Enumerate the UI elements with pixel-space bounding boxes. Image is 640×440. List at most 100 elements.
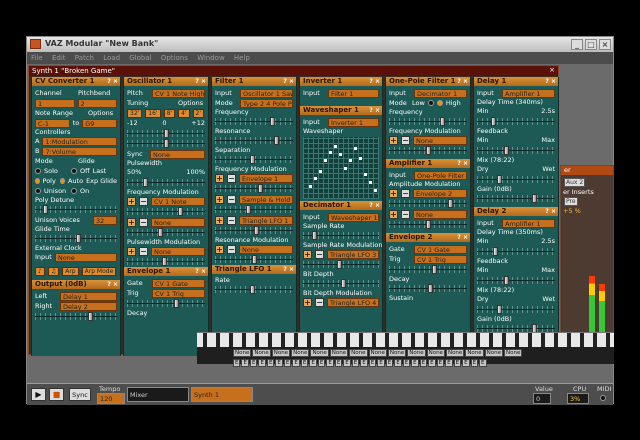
env2-gate-field[interactable]: CV 1 Gate bbox=[414, 244, 467, 254]
add-mod-icon[interactable]: + bbox=[127, 217, 136, 227]
mixer-e-button[interactable]: E bbox=[249, 359, 258, 367]
delay1-gain-slider[interactable] bbox=[477, 194, 555, 203]
maximize-button[interactable]: □ bbox=[585, 39, 597, 50]
pulsewidth-slider[interactable] bbox=[127, 178, 205, 187]
close-button[interactable]: × bbox=[599, 39, 611, 50]
onepole-low-radio[interactable] bbox=[427, 100, 434, 106]
osc-pwm1-field[interactable]: None bbox=[151, 246, 205, 256]
menu-edit[interactable]: Edit bbox=[48, 52, 69, 62]
onepole-input-field[interactable]: Decimator 1 bbox=[414, 88, 467, 98]
stop-icon[interactable]: ■ bbox=[49, 388, 64, 401]
mixer-none-button[interactable]: None bbox=[445, 349, 465, 357]
glide-time-slider[interactable] bbox=[35, 234, 117, 243]
filter-fm1-slider[interactable] bbox=[215, 184, 293, 193]
delay1-time-slider[interactable] bbox=[477, 117, 555, 126]
env2-trig-field[interactable]: CV 1 Trig bbox=[414, 254, 467, 264]
add-mod-icon[interactable]: + bbox=[303, 249, 312, 259]
mixer-e-button[interactable]: E bbox=[419, 359, 428, 367]
mode-poly-radio[interactable] bbox=[35, 178, 40, 184]
env1-trig-field[interactable]: CV 1 Trig bbox=[152, 288, 205, 298]
play-icon[interactable]: ▶ bbox=[31, 388, 46, 401]
remove-mod-icon[interactable]: − bbox=[227, 173, 236, 183]
sample-rate-slider[interactable] bbox=[303, 231, 379, 240]
tuning-8-button[interactable]: 8' bbox=[163, 108, 176, 118]
module-close-icon[interactable]: ? × bbox=[283, 265, 294, 274]
mixer-e-button[interactable]: E bbox=[462, 359, 470, 367]
add-mod-icon[interactable]: + bbox=[389, 135, 398, 145]
glide-auto-radio[interactable] bbox=[60, 178, 65, 184]
mixer-e-button[interactable]: E bbox=[334, 359, 343, 367]
channel-field[interactable]: 1 bbox=[35, 98, 75, 108]
filter-rm-slider[interactable] bbox=[215, 255, 293, 264]
menu-window[interactable]: Window bbox=[193, 52, 228, 62]
menu-file[interactable]: File bbox=[27, 52, 46, 62]
module-close-icon[interactable]: ? × bbox=[195, 77, 206, 86]
mixer-none-button[interactable]: None bbox=[407, 349, 426, 357]
inverter-input-field[interactable]: Filter 1 bbox=[328, 88, 379, 98]
add-mod-icon[interactable]: + bbox=[389, 209, 398, 219]
filter-input-field[interactable]: Oscillator 1 Saw bbox=[240, 88, 293, 98]
tuning-2-button[interactable]: 2' bbox=[192, 108, 204, 118]
decimator-input-field[interactable]: Waveshaper 1 bbox=[328, 212, 379, 222]
module-close-icon[interactable]: ? × bbox=[545, 207, 556, 216]
filter-frequency-slider[interactable] bbox=[215, 117, 293, 126]
tuning-16-button[interactable]: 16' bbox=[145, 108, 161, 118]
osc-pwm-slider[interactable] bbox=[127, 257, 205, 266]
mixer-e-button[interactable]: E bbox=[394, 359, 402, 367]
arp-button[interactable]: Arp bbox=[62, 266, 79, 276]
delay2-feedback-slider[interactable] bbox=[477, 276, 555, 285]
delay2-input-field[interactable]: Amplifier 1 bbox=[502, 218, 555, 228]
mixer-e-button[interactable]: E bbox=[377, 359, 385, 367]
filter-fm3-field[interactable]: Triangle LFO 1 bbox=[239, 215, 293, 225]
mixer-e-button[interactable]: E bbox=[436, 359, 445, 367]
filter-rm1-field[interactable]: None bbox=[239, 244, 293, 254]
mixer-e-button[interactable]: E bbox=[309, 359, 317, 367]
amplifier-am1-field[interactable]: Envelope 2 bbox=[413, 188, 467, 198]
mixer-e-button[interactable]: E bbox=[360, 359, 368, 367]
mixer-e-button[interactable]: E bbox=[292, 359, 300, 367]
synth-close-icon[interactable]: × bbox=[549, 66, 555, 74]
filter-mode-field[interactable]: Type 2 4 Pole PM bbox=[240, 98, 293, 108]
filter-resonance-slider[interactable] bbox=[215, 136, 293, 145]
mixer-none-button[interactable]: None bbox=[329, 349, 349, 357]
output-left-field[interactable]: Delay 1 bbox=[60, 291, 117, 301]
tuning-slider[interactable] bbox=[127, 129, 205, 138]
glide-on-radio[interactable] bbox=[71, 188, 77, 194]
menu-patch[interactable]: Patch bbox=[71, 52, 97, 62]
add-mod-icon[interactable]: + bbox=[215, 194, 224, 204]
mixer-none-button[interactable]: None bbox=[465, 349, 484, 357]
notes-icon-button[interactable]: ♫ bbox=[47, 266, 60, 276]
mixer-none-button[interactable]: None bbox=[252, 349, 271, 357]
mixer-e-button[interactable]: E bbox=[470, 359, 479, 367]
filter-fm2-slider[interactable] bbox=[215, 205, 293, 214]
module-close-icon[interactable]: ? × bbox=[195, 267, 206, 276]
minimize-button[interactable]: _ bbox=[571, 39, 583, 50]
remove-mod-icon[interactable]: − bbox=[227, 194, 236, 204]
delay2-mix-slider[interactable] bbox=[477, 305, 555, 314]
tuning-32-button[interactable]: 32' bbox=[127, 108, 143, 118]
tuning-4-button[interactable]: 4' bbox=[178, 108, 190, 118]
delay1-feedback-slider[interactable] bbox=[477, 146, 555, 155]
controller-a-field[interactable]: 1:Modulation bbox=[42, 136, 117, 146]
decimator-srm-field[interactable]: Triangle LFO 3 bbox=[327, 249, 379, 259]
delay2-time-slider[interactable] bbox=[477, 247, 555, 256]
module-close-icon[interactable]: ? × bbox=[457, 77, 468, 86]
ext-clock-input-field[interactable]: None bbox=[54, 252, 117, 262]
osc-fm2-field[interactable]: None bbox=[151, 217, 205, 227]
module-close-icon[interactable]: ? × bbox=[545, 77, 556, 86]
mixer-e-button[interactable]: E bbox=[385, 359, 394, 367]
env1-gate-field[interactable]: CV 1 Gate bbox=[152, 278, 205, 288]
sync-field[interactable]: None bbox=[150, 149, 205, 159]
onepole-fm1-field[interactable]: None bbox=[413, 135, 467, 145]
amplifier-input-field[interactable]: One-Pole Filter 1 bbox=[414, 170, 467, 180]
glide-off-radio[interactable] bbox=[71, 168, 77, 174]
module-close-icon[interactable]: ? × bbox=[283, 77, 294, 86]
filter-fm1-field[interactable]: Envelope 1 bbox=[239, 173, 293, 183]
mixer-none-button[interactable]: None bbox=[271, 349, 291, 357]
mixer-none-button[interactable]: None bbox=[504, 349, 523, 357]
note-icon-button[interactable]: ♪ bbox=[35, 266, 45, 276]
mixer-none-button[interactable]: None bbox=[368, 349, 387, 357]
mixer-none-button[interactable]: None bbox=[426, 349, 445, 357]
waveshaper-curve-editor[interactable] bbox=[303, 137, 379, 199]
remove-mod-icon[interactable]: − bbox=[401, 135, 410, 145]
